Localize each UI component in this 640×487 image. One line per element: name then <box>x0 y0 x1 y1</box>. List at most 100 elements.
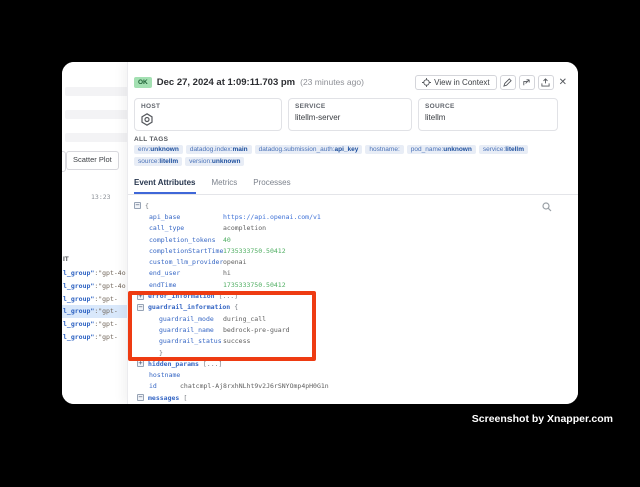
tag-env[interactable]: env:unknown <box>134 145 183 154</box>
info-boxes: HOST SERVICE litellm-server SOURCE litel… <box>134 98 558 131</box>
log-list-row[interactable]: l_group":"gpt- <box>62 292 127 305</box>
attribute-key[interactable]: hostname <box>149 371 180 379</box>
tag-source[interactable]: source:litellm <box>134 157 182 166</box>
view-in-context-button[interactable]: View in Context <box>415 75 496 90</box>
tag-hostname[interactable]: hostname: <box>365 145 403 154</box>
log-row-value: :"gpt-4o <box>94 269 125 277</box>
all-tags-label: ALL TAGS <box>134 136 168 143</box>
tag-key: service: <box>483 146 505 153</box>
tag-key: hostname: <box>369 146 399 153</box>
log-row-value: :"gpt- <box>94 333 117 341</box>
header-actions: View in Context ✕ <box>415 75 569 90</box>
expand-icon[interactable]: + <box>137 360 144 367</box>
attribute-key[interactable]: completionStartTime <box>149 247 223 255</box>
service-box[interactable]: SERVICE litellm-server <box>288 98 412 131</box>
attribute-value: chatcmpl-Aj8rxhNLht9v2J6rSNYOmp4pH0G1n <box>180 382 329 390</box>
log-row-value: :"gpt- <box>94 307 117 315</box>
log-list-row[interactable]: l_group":"gpt- <box>62 305 127 318</box>
tab-event-attributes[interactable]: Event Attributes <box>134 175 196 194</box>
attribute-key[interactable]: id <box>149 382 180 390</box>
attribute-key[interactable]: api_base <box>149 213 223 221</box>
attribute-key[interactable]: end_user <box>149 269 223 277</box>
attribute-row-hostname: hostname <box>128 369 578 380</box>
edit-button[interactable] <box>500 75 516 90</box>
attribute-row-call_type: call_typeacompletion <box>128 223 578 234</box>
log-list-row[interactable]: l_group":"gpt- <box>62 330 127 343</box>
tag-value: main <box>232 146 247 153</box>
tag-value: unknown <box>443 146 472 153</box>
skeleton-bar <box>65 87 129 96</box>
tab-bar: Event Attributes Metrics Processes <box>128 175 578 195</box>
pencil-icon <box>503 78 512 87</box>
background-panel: Scatter Plot 13:23 IT l_group":"gpt-4ol_… <box>62 62 127 404</box>
attribute-key[interactable]: custom_llm_provider <box>149 258 223 266</box>
attribute-key[interactable]: endTime <box>149 281 223 289</box>
tab-metrics[interactable]: Metrics <box>212 175 238 194</box>
tab-processes[interactable]: Processes <box>253 175 290 194</box>
service-label: SERVICE <box>295 103 405 110</box>
skeleton-bar <box>65 133 129 142</box>
attribute-value: 1735333750.50412 <box>223 247 286 255</box>
tag-key: datadog.submission_auth: <box>259 146 335 153</box>
attribute-row-custom_llm_provider: custom_llm_provideropenai <box>128 256 578 267</box>
status-badge: OK <box>134 77 152 88</box>
log-list-row[interactable]: l_group":"gpt- <box>62 318 127 331</box>
attribute-row-end_user: end_userhi <box>128 268 578 279</box>
source-box[interactable]: SOURCE litellm <box>418 98 558 131</box>
log-list-row[interactable]: l_group":"gpt-4o <box>62 267 127 280</box>
attribute-value: hi <box>223 269 231 277</box>
close-icon[interactable]: ✕ <box>557 75 569 90</box>
attribute-row-id: idchatcmpl-Aj8rxhNLht9v2J6rSNYOmp4pH0G1n <box>128 381 578 392</box>
tag-service[interactable]: service:litellm <box>479 145 528 154</box>
tag-value: unknown <box>150 146 179 153</box>
attribute-row: −{ <box>128 200 578 211</box>
tag-value: api_key <box>335 146 359 153</box>
tag-pod_name[interactable]: pod_name:unknown <box>407 145 476 154</box>
attribute-value: openai <box>223 258 246 266</box>
attribute-key[interactable]: messages <box>148 394 179 402</box>
export-button[interactable] <box>538 75 554 90</box>
log-row-value: :"gpt- <box>94 320 117 328</box>
attribute-value: acompletion <box>223 224 266 232</box>
tag-version[interactable]: version:unknown <box>185 157 244 166</box>
event-header: OK Dec 27, 2024 at 1:09:11.703 pm (23 mi… <box>134 73 569 91</box>
attribute-row-completion_tokens: completion_tokens40 <box>128 234 578 245</box>
log-row-key: l_group" <box>63 320 94 328</box>
attribute-key[interactable]: completion_tokens <box>149 236 223 244</box>
log-row-value: :"gpt- <box>94 295 117 303</box>
source-label: SOURCE <box>425 103 551 110</box>
export-icon <box>541 78 550 87</box>
log-list-header: IT <box>63 256 69 263</box>
attribute-value: 40 <box>223 236 231 244</box>
attribute-value[interactable]: https://api.openai.com/v1 <box>223 213 321 221</box>
related-traces-button[interactable] <box>519 75 535 90</box>
collapse-icon[interactable]: − <box>137 394 144 401</box>
tags-list: env:unknowndatadog.index:maindatadog.sub… <box>134 145 576 166</box>
scatter-plot-button[interactable]: Scatter Plot <box>66 151 119 170</box>
service-value: litellm-server <box>295 113 405 122</box>
host-label: HOST <box>141 103 275 110</box>
log-list-row[interactable]: l_group":"gpt-4o <box>62 280 127 293</box>
log-row-value: :"gpt-4o <box>94 282 125 290</box>
host-hexagon-icon <box>141 113 275 126</box>
tag-key: pod_name: <box>411 146 444 153</box>
log-row-key: l_group" <box>63 269 94 277</box>
view-in-context-label: View in Context <box>434 78 489 87</box>
log-row-key: l_group" <box>63 307 94 315</box>
collapse-icon[interactable]: − <box>134 202 141 209</box>
search-icon[interactable] <box>542 202 552 212</box>
tag-datadog.submission_auth[interactable]: datadog.submission_auth:api_key <box>255 145 363 154</box>
event-relative-time: (23 minutes ago) <box>300 77 364 87</box>
tag-key: env: <box>138 146 150 153</box>
attribute-key[interactable]: call_type <box>149 224 223 232</box>
time-axis-tick: 13:23 <box>91 193 111 201</box>
log-row-key: l_group" <box>63 333 94 341</box>
tag-value: litellm <box>505 146 524 153</box>
attribute-row-messages: −messages[ <box>128 392 578 403</box>
host-box[interactable]: HOST <box>134 98 282 131</box>
log-list: l_group":"gpt-4ol_group":"gpt-4ol_group"… <box>62 267 127 343</box>
event-timestamp: Dec 27, 2024 at 1:09:11.703 pm <box>157 77 295 88</box>
app-window: Scatter Plot 13:23 IT l_group":"gpt-4ol_… <box>62 62 578 404</box>
attribute-value: 1735333750.50412 <box>223 281 286 289</box>
tag-datadog.index[interactable]: datadog.index:main <box>186 145 252 154</box>
